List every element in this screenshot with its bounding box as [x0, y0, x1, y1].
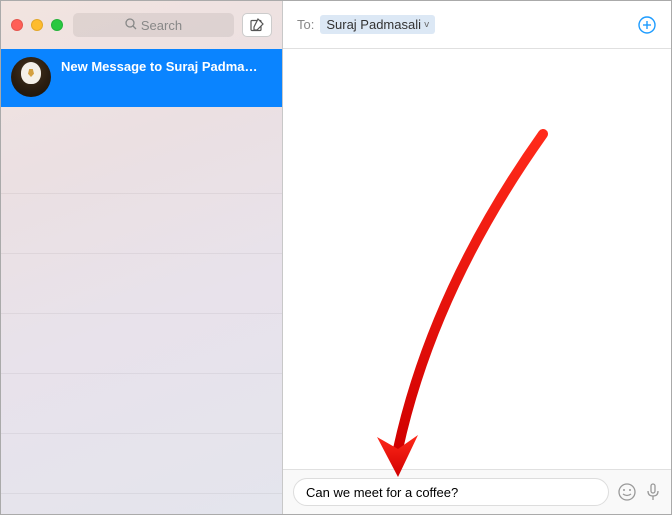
zoom-window-button[interactable] [51, 19, 63, 31]
microphone-icon [645, 482, 661, 502]
conversation-item-selected[interactable]: New Message to Suraj Padma… [1, 49, 282, 107]
window-controls [11, 19, 63, 31]
recipient-chip[interactable]: Suraj Padmasali ⅴ [320, 15, 435, 34]
messages-window: Search New Message to Suraj Padma… [1, 1, 671, 514]
titlebar: Search [1, 1, 282, 49]
search-icon [125, 18, 137, 33]
to-bar: To: Suraj Padmasali ⅴ [283, 1, 671, 49]
voice-button[interactable] [645, 482, 661, 502]
sidebar-dividers [1, 134, 282, 514]
smiley-icon [617, 482, 637, 502]
conversation-text: New Message to Suraj Padma… [61, 57, 272, 74]
message-input[interactable] [293, 478, 609, 506]
compose-button[interactable] [242, 13, 272, 37]
avatar [11, 57, 51, 97]
to-label: To: [297, 17, 314, 32]
messages-area [283, 49, 671, 469]
search-input[interactable]: Search [73, 13, 234, 37]
emoji-button[interactable] [617, 482, 637, 502]
conversation-title: New Message to Suraj Padma… [61, 59, 272, 74]
recipient-name: Suraj Padmasali [326, 17, 421, 32]
annotation-arrow [343, 129, 623, 489]
minimize-window-button[interactable] [31, 19, 43, 31]
search-placeholder: Search [141, 18, 182, 33]
close-window-button[interactable] [11, 19, 23, 31]
sidebar: Search New Message to Suraj Padma… [1, 1, 283, 514]
chevron-down-icon: ⅴ [424, 19, 429, 30]
composer-bar [283, 469, 671, 514]
compose-icon [249, 17, 265, 33]
add-recipient-button[interactable] [637, 15, 657, 35]
plus-circle-icon [637, 15, 657, 35]
main-panel: To: Suraj Padmasali ⅴ [283, 1, 671, 514]
